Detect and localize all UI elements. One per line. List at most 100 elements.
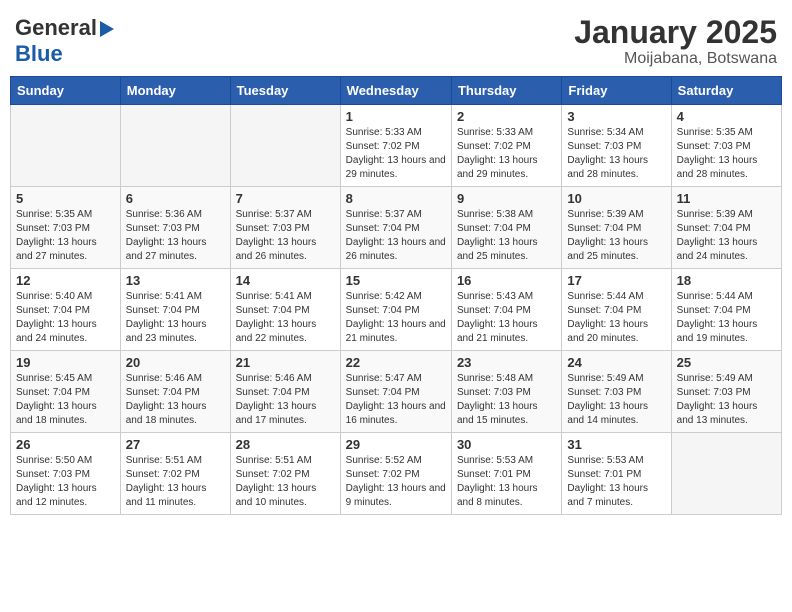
calendar-cell: 4 Sunrise: 5:35 AM Sunset: 7:03 PM Daylig… <box>671 105 781 187</box>
logo-general-text: General <box>15 15 97 41</box>
calendar-cell: 9 Sunrise: 5:38 AM Sunset: 7:04 PM Daylig… <box>451 187 561 269</box>
logo: General Blue <box>15 15 114 67</box>
calendar-cell: 19Sunrise: 5:45 AM Sunset: 7:04 PM Dayli… <box>11 351 121 433</box>
day-number: 20 <box>126 355 225 370</box>
day-info: Sunrise: 5:35 AM Sunset: 7:03 PM Dayligh… <box>677 126 776 182</box>
day-number: 30 <box>457 437 556 452</box>
weekday-header-wednesday: Wednesday <box>340 77 451 105</box>
day-info: Sunrise: 5:41 AM Sunset: 7:04 PM Dayligh… <box>236 290 335 346</box>
day-number: 7 <box>236 191 335 206</box>
day-number: 22 <box>346 355 446 370</box>
calendar-cell <box>11 105 121 187</box>
day-number: 17 <box>567 273 665 288</box>
day-info: Sunrise: 5:46 AM Sunset: 7:04 PM Dayligh… <box>236 372 335 428</box>
day-number: 29 <box>346 437 446 452</box>
day-info: Sunrise: 5:47 AM Sunset: 7:04 PM Dayligh… <box>346 372 446 428</box>
day-number: 13 <box>126 273 225 288</box>
day-info: Sunrise: 5:49 AM Sunset: 7:03 PM Dayligh… <box>677 372 776 428</box>
calendar-cell: 7 Sunrise: 5:37 AM Sunset: 7:03 PM Daylig… <box>230 187 340 269</box>
calendar-cell: 17 Sunrise: 5:44 AM Sunset: 7:04 PM Dayli… <box>562 269 671 351</box>
calendar-cell: 22 Sunrise: 5:47 AM Sunset: 7:04 PM Dayli… <box>340 351 451 433</box>
day-number: 15 <box>346 273 446 288</box>
calendar-week-4: 19Sunrise: 5:45 AM Sunset: 7:04 PM Dayli… <box>11 351 782 433</box>
calendar-cell: 27 Sunrise: 5:51 AM Sunset: 7:02 PM Dayli… <box>120 433 230 515</box>
calendar-cell: 31 Sunrise: 5:53 AM Sunset: 7:01 PM Dayli… <box>562 433 671 515</box>
day-number: 23 <box>457 355 556 370</box>
title-area: January 2025 Moijabana, Botswana <box>574 15 777 68</box>
day-info: Sunrise: 5:34 AM Sunset: 7:03 PM Dayligh… <box>567 126 665 182</box>
day-info: Sunrise: 5:51 AM Sunset: 7:02 PM Dayligh… <box>126 454 225 510</box>
day-number: 18 <box>677 273 776 288</box>
day-info: Sunrise: 5:33 AM Sunset: 7:02 PM Dayligh… <box>457 126 556 182</box>
calendar-cell: 12 Sunrise: 5:40 AM Sunset: 7:04 PM Dayli… <box>11 269 121 351</box>
weekday-header-thursday: Thursday <box>451 77 561 105</box>
calendar-week-3: 12 Sunrise: 5:40 AM Sunset: 7:04 PM Dayli… <box>11 269 782 351</box>
day-info: Sunrise: 5:43 AM Sunset: 7:04 PM Dayligh… <box>457 290 556 346</box>
day-number: 4 <box>677 109 776 124</box>
day-info: Sunrise: 5:36 AM Sunset: 7:03 PM Dayligh… <box>126 208 225 264</box>
weekday-header-monday: Monday <box>120 77 230 105</box>
calendar-table: SundayMondayTuesdayWednesdayThursdayFrid… <box>10 76 782 515</box>
calendar-cell: 1Sunrise: 5:33 AM Sunset: 7:02 PM Daylig… <box>340 105 451 187</box>
calendar-cell: 29 Sunrise: 5:52 AM Sunset: 7:02 PM Dayli… <box>340 433 451 515</box>
calendar-week-5: 26 Sunrise: 5:50 AM Sunset: 7:03 PM Dayli… <box>11 433 782 515</box>
calendar-cell: 2 Sunrise: 5:33 AM Sunset: 7:02 PM Daylig… <box>451 105 561 187</box>
day-number: 9 <box>457 191 556 206</box>
day-info: Sunrise: 5:49 AM Sunset: 7:03 PM Dayligh… <box>567 372 665 428</box>
day-number: 2 <box>457 109 556 124</box>
day-info: Sunrise: 5:37 AM Sunset: 7:03 PM Dayligh… <box>236 208 335 264</box>
month-title: January 2025 <box>574 15 777 50</box>
calendar-cell: 24 Sunrise: 5:49 AM Sunset: 7:03 PM Dayli… <box>562 351 671 433</box>
day-info: Sunrise: 5:44 AM Sunset: 7:04 PM Dayligh… <box>567 290 665 346</box>
day-number: 3 <box>567 109 665 124</box>
day-number: 26 <box>16 437 115 452</box>
weekday-header-sunday: Sunday <box>11 77 121 105</box>
day-info: Sunrise: 5:53 AM Sunset: 7:01 PM Dayligh… <box>567 454 665 510</box>
calendar-cell: 18Sunrise: 5:44 AM Sunset: 7:04 PM Dayli… <box>671 269 781 351</box>
day-number: 28 <box>236 437 335 452</box>
day-number: 11 <box>677 191 776 206</box>
day-info: Sunrise: 5:50 AM Sunset: 7:03 PM Dayligh… <box>16 454 115 510</box>
day-info: Sunrise: 5:40 AM Sunset: 7:04 PM Dayligh… <box>16 290 115 346</box>
calendar-cell: 6 Sunrise: 5:36 AM Sunset: 7:03 PM Daylig… <box>120 187 230 269</box>
calendar-cell <box>230 105 340 187</box>
calendar-cell: 30Sunrise: 5:53 AM Sunset: 7:01 PM Dayli… <box>451 433 561 515</box>
day-info: Sunrise: 5:48 AM Sunset: 7:03 PM Dayligh… <box>457 372 556 428</box>
calendar-cell: 20 Sunrise: 5:46 AM Sunset: 7:04 PM Dayli… <box>120 351 230 433</box>
day-number: 25 <box>677 355 776 370</box>
calendar-cell: 5 Sunrise: 5:35 AM Sunset: 7:03 PM Daylig… <box>11 187 121 269</box>
day-number: 16 <box>457 273 556 288</box>
day-number: 21 <box>236 355 335 370</box>
day-number: 10 <box>567 191 665 206</box>
day-info: Sunrise: 5:42 AM Sunset: 7:04 PM Dayligh… <box>346 290 446 346</box>
day-number: 14 <box>236 273 335 288</box>
day-number: 6 <box>126 191 225 206</box>
day-info: Sunrise: 5:41 AM Sunset: 7:04 PM Dayligh… <box>126 290 225 346</box>
day-info: Sunrise: 5:33 AM Sunset: 7:02 PM Dayligh… <box>346 126 446 182</box>
calendar-cell: 3 Sunrise: 5:34 AM Sunset: 7:03 PM Daylig… <box>562 105 671 187</box>
day-info: Sunrise: 5:46 AM Sunset: 7:04 PM Dayligh… <box>126 372 225 428</box>
calendar-cell: 28Sunrise: 5:51 AM Sunset: 7:02 PM Dayli… <box>230 433 340 515</box>
calendar-week-2: 5 Sunrise: 5:35 AM Sunset: 7:03 PM Daylig… <box>11 187 782 269</box>
calendar-cell: 10Sunrise: 5:39 AM Sunset: 7:04 PM Dayli… <box>562 187 671 269</box>
day-number: 27 <box>126 437 225 452</box>
day-number: 12 <box>16 273 115 288</box>
calendar-cell: 21 Sunrise: 5:46 AM Sunset: 7:04 PM Dayli… <box>230 351 340 433</box>
day-number: 31 <box>567 437 665 452</box>
calendar-cell: 13 Sunrise: 5:41 AM Sunset: 7:04 PM Dayli… <box>120 269 230 351</box>
day-number: 5 <box>16 191 115 206</box>
day-number: 24 <box>567 355 665 370</box>
calendar-cell: 14 Sunrise: 5:41 AM Sunset: 7:04 PM Dayli… <box>230 269 340 351</box>
calendar-cell: 26 Sunrise: 5:50 AM Sunset: 7:03 PM Dayli… <box>11 433 121 515</box>
day-number: 19 <box>16 355 115 370</box>
weekday-header-row: SundayMondayTuesdayWednesdayThursdayFrid… <box>11 77 782 105</box>
calendar-cell: 8Sunrise: 5:37 AM Sunset: 7:04 PM Daylig… <box>340 187 451 269</box>
weekday-header-tuesday: Tuesday <box>230 77 340 105</box>
calendar-cell: 23 Sunrise: 5:48 AM Sunset: 7:03 PM Dayli… <box>451 351 561 433</box>
day-info: Sunrise: 5:35 AM Sunset: 7:03 PM Dayligh… <box>16 208 115 264</box>
day-info: Sunrise: 5:39 AM Sunset: 7:04 PM Dayligh… <box>677 208 776 264</box>
day-info: Sunrise: 5:38 AM Sunset: 7:04 PM Dayligh… <box>457 208 556 264</box>
calendar-cell: 16 Sunrise: 5:43 AM Sunset: 7:04 PM Dayli… <box>451 269 561 351</box>
calendar-cell: 25 Sunrise: 5:49 AM Sunset: 7:03 PM Dayli… <box>671 351 781 433</box>
day-info: Sunrise: 5:52 AM Sunset: 7:02 PM Dayligh… <box>346 454 446 510</box>
